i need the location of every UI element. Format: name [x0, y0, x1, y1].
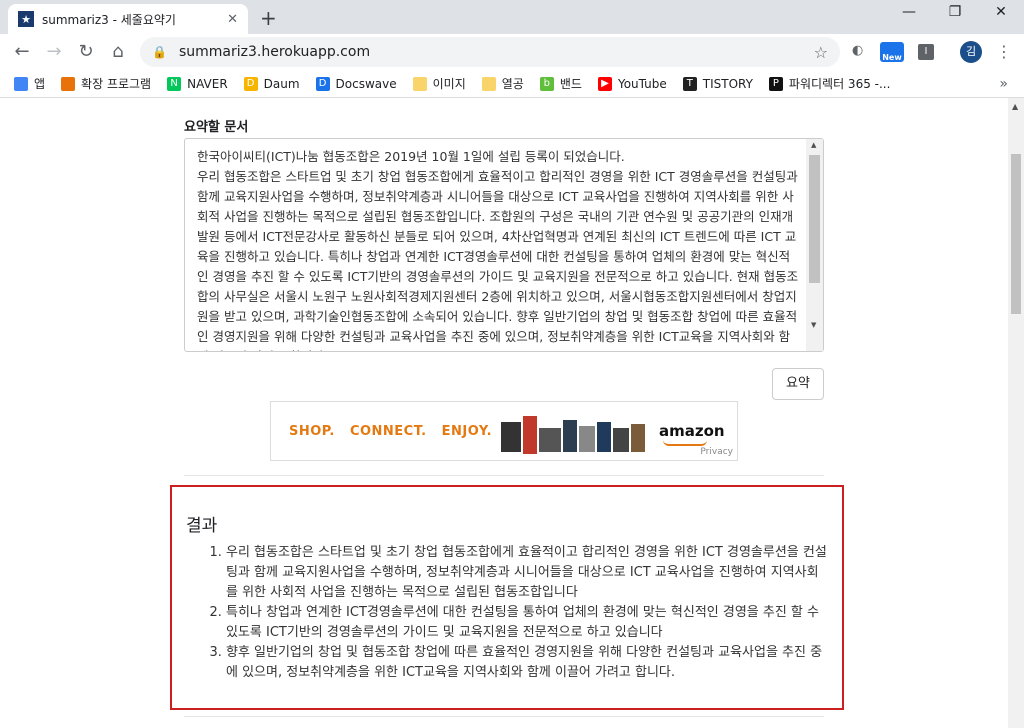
result-item: 특히나 창업과 연계한 ICT경영솔루션에 대한 컨설팅을 통하여 업체의 환경…: [226, 603, 828, 643]
more-bookmarks-icon[interactable]: »: [999, 76, 1008, 92]
active-tab[interactable]: ★ summariz3 - 세줄요약기 ✕: [8, 4, 248, 34]
bookmark-star-icon[interactable]: ☆: [814, 43, 828, 62]
result-item: 우리 협동조합은 스타트업 및 초기 창업 협동조합에게 효율적이고 합리적인 …: [226, 543, 828, 603]
docswave-icon: D: [315, 76, 330, 91]
page-scroll-thumb[interactable]: [1011, 154, 1021, 314]
bookmark-label: TISTORY: [702, 76, 753, 91]
bookmark-item[interactable]: 이미지: [412, 75, 466, 92]
amazon-ad-banner[interactable]: SHOP. CONNECT. ENJOY. amazon Privacy: [270, 401, 738, 461]
band-icon: b: [539, 76, 554, 91]
browser-toolbar: ← → ↻ ⌂ 🔒 summariz3.herokuapp.com ☆ ◐ Ne…: [0, 34, 1024, 70]
youtube-icon: ▶: [597, 76, 612, 91]
summarize-button[interactable]: 요약: [772, 368, 824, 400]
divider: [184, 716, 824, 717]
folder-icon: [481, 76, 496, 91]
ad-privacy-link[interactable]: Privacy: [700, 447, 733, 457]
bookmark-item[interactable]: ▶ YouTube: [597, 76, 667, 91]
bookmark-label: 이미지: [432, 77, 466, 91]
tab-title: summariz3 - 세줄요약기: [42, 12, 176, 27]
profile-avatar[interactable]: 김: [960, 41, 982, 63]
url-text: summariz3.herokuapp.com: [178, 44, 371, 60]
bookmark-item[interactable]: 앱: [14, 75, 45, 92]
lock-icon: 🔒: [152, 45, 167, 59]
textarea-scroll-thumb[interactable]: [809, 155, 820, 283]
textarea-scrollbar[interactable]: ▲ ▼: [806, 139, 823, 351]
new-tab-icon[interactable]: +: [260, 6, 277, 30]
bookmark-item[interactable]: b 밴드: [539, 75, 582, 92]
extension-mouse-icon[interactable]: ◐: [852, 43, 863, 58]
address-bar[interactable]: 🔒 summariz3.herokuapp.com ☆: [140, 37, 840, 67]
bookmark-label: Daum: [263, 76, 300, 91]
document-label: 요약할 문서: [184, 120, 249, 135]
back-icon[interactable]: ←: [10, 41, 34, 62]
scroll-up-icon[interactable]: ▲: [811, 141, 816, 149]
bookmark-item[interactable]: D Daum: [243, 76, 300, 91]
extensions-icon: [61, 76, 76, 91]
page-scroll-up-icon[interactable]: ▲: [1012, 102, 1018, 111]
bookmark-label: YouTube: [617, 76, 667, 91]
naver-icon: N: [167, 76, 182, 91]
ad-products-image: [501, 416, 645, 454]
extension-i-icon[interactable]: I: [918, 44, 934, 60]
bookmark-label: 열공: [501, 77, 524, 91]
bookmark-label: NAVER: [187, 76, 228, 91]
tab-strip: ★ summariz3 - 세줄요약기 ✕ + — ❐ ✕: [0, 0, 1024, 34]
bookmark-label: 밴드: [559, 77, 582, 91]
bookmark-label: 파워디렉터 365 -...: [788, 77, 891, 91]
tistory-icon: T: [682, 76, 697, 91]
divider: [184, 475, 824, 476]
bookmark-item[interactable]: 확장 프로그램: [61, 75, 151, 92]
forward-icon[interactable]: →: [42, 41, 66, 62]
bookmark-label: 확장 프로그램: [81, 77, 152, 91]
page-scrollbar[interactable]: ▲: [1008, 98, 1024, 728]
bookmark-item[interactable]: P 파워디렉터 365 -...: [768, 75, 891, 92]
amazon-logo: amazon: [659, 422, 725, 440]
bookmark-item[interactable]: D Docswave: [315, 76, 397, 91]
page-content: 요약할 문서 한국아이씨티(ICT)나눔 협동조합은 2019년 10월 1일에…: [0, 98, 1008, 728]
bookmark-item[interactable]: T TISTORY: [682, 76, 753, 91]
star-favicon-icon: ★: [18, 11, 34, 27]
amazon-smile-icon: [663, 440, 707, 446]
bookmarks-bar: 앱 확장 프로그램 N NAVER D Daum D Docswave 이미지 열공 b 밴드 ▶ You…: [0, 70, 1024, 98]
result-item: 향후 일반기업의 창업 및 협동조합 창업에 따른 효율적인 경영지원을 위해 …: [226, 643, 828, 683]
minimize-icon[interactable]: —: [886, 4, 932, 20]
bookmark-label: 앱: [34, 77, 46, 91]
apps-grid-icon: [14, 76, 28, 91]
result-heading: 결과: [186, 516, 218, 536]
close-window-icon[interactable]: ✕: [978, 4, 1024, 20]
ad-slogan: SHOP. CONNECT. ENJOY.: [289, 424, 493, 439]
home-icon[interactable]: ⌂: [106, 41, 130, 62]
folder-icon: [412, 76, 427, 91]
extension-new-icon[interactable]: New: [880, 42, 904, 62]
powerdirector-icon: P: [768, 76, 783, 91]
bookmark-label: Docswave: [335, 76, 397, 91]
reload-icon[interactable]: ↻: [74, 41, 98, 62]
document-textarea[interactable]: 한국아이씨티(ICT)나눔 협동조합은 2019년 10월 1일에 설립 등록이…: [184, 138, 824, 352]
bookmark-item[interactable]: N NAVER: [167, 76, 228, 91]
close-tab-icon[interactable]: ✕: [227, 12, 238, 27]
scroll-down-icon[interactable]: ▼: [811, 321, 816, 329]
browser-menu-icon[interactable]: ⋮: [996, 42, 1012, 61]
restore-icon[interactable]: ❐: [932, 4, 978, 20]
result-list: 우리 협동조합은 스타트업 및 초기 창업 협동조합에게 효율적이고 합리적인 …: [208, 543, 828, 683]
bookmark-item[interactable]: 열공: [481, 75, 524, 92]
daum-icon: D: [243, 76, 258, 91]
result-panel: 결과 우리 협동조합은 스타트업 및 초기 창업 협동조합에게 효율적이고 합리…: [170, 485, 844, 710]
